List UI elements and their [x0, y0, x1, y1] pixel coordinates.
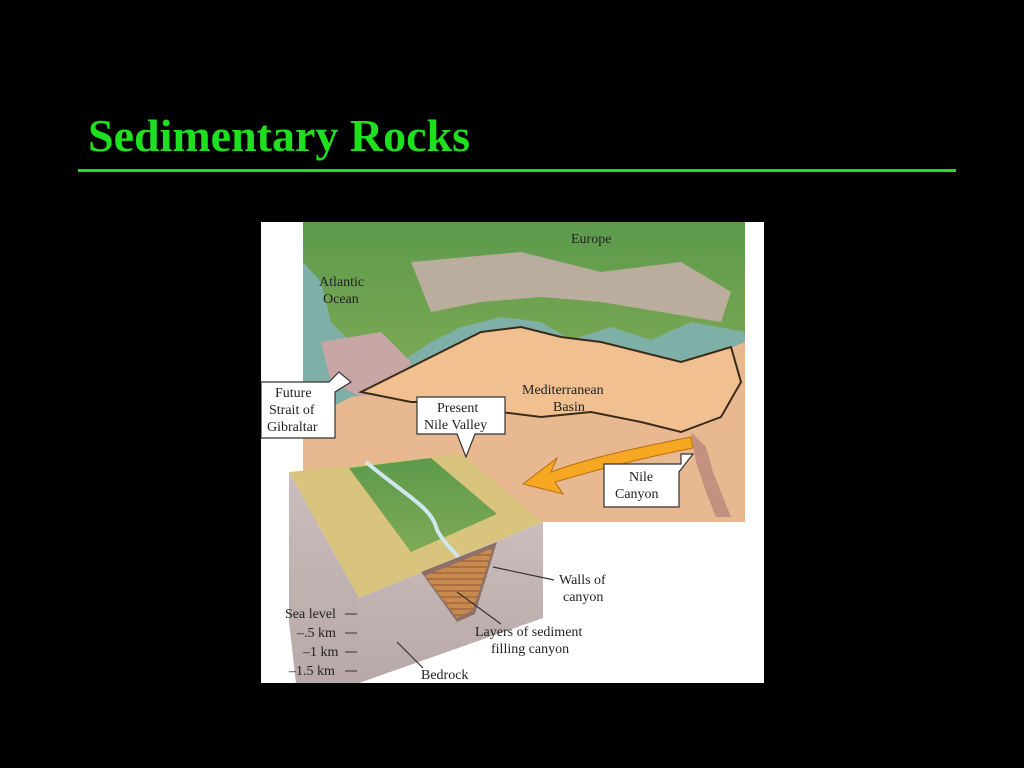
title-underline [78, 169, 956, 172]
label-atlantic-1: Atlantic [319, 275, 364, 290]
label-present-1: Present [437, 401, 478, 416]
label-basin-2: Basin [553, 400, 585, 415]
label-depth-1km: –1 km [302, 645, 339, 660]
nile-canyon-figure: Europe Atlantic Ocean Mediterranean Basi… [261, 222, 764, 683]
label-depth-1-5km: –1.5 km [288, 664, 335, 679]
label-layers-2: filling canyon [491, 642, 569, 657]
label-basin-1: Mediterranean [522, 383, 604, 398]
figure-illustration: Europe Atlantic Ocean Mediterranean Basi… [261, 222, 745, 683]
label-atlantic-2: Ocean [323, 292, 359, 307]
label-present-2: Nile Valley [424, 418, 487, 433]
label-europe: Europe [571, 232, 611, 247]
label-canyon-2: Canyon [615, 487, 659, 502]
label-depth-sea-level: Sea level [285, 607, 336, 622]
label-canyon-1: Nile [629, 470, 653, 485]
label-gibraltar-3: Gibraltar [267, 420, 318, 435]
label-gibraltar-1: Future [275, 386, 312, 401]
slide-title: Sedimentary Rocks [88, 110, 471, 161]
label-layers-1: Layers of sediment [475, 625, 582, 640]
label-bedrock: Bedrock [421, 668, 468, 683]
label-depth-half-km: –.5 km [296, 626, 336, 641]
label-walls-2: canyon [563, 590, 603, 605]
label-gibraltar-2: Strait of [269, 403, 315, 418]
label-walls-1: Walls of [559, 573, 606, 588]
